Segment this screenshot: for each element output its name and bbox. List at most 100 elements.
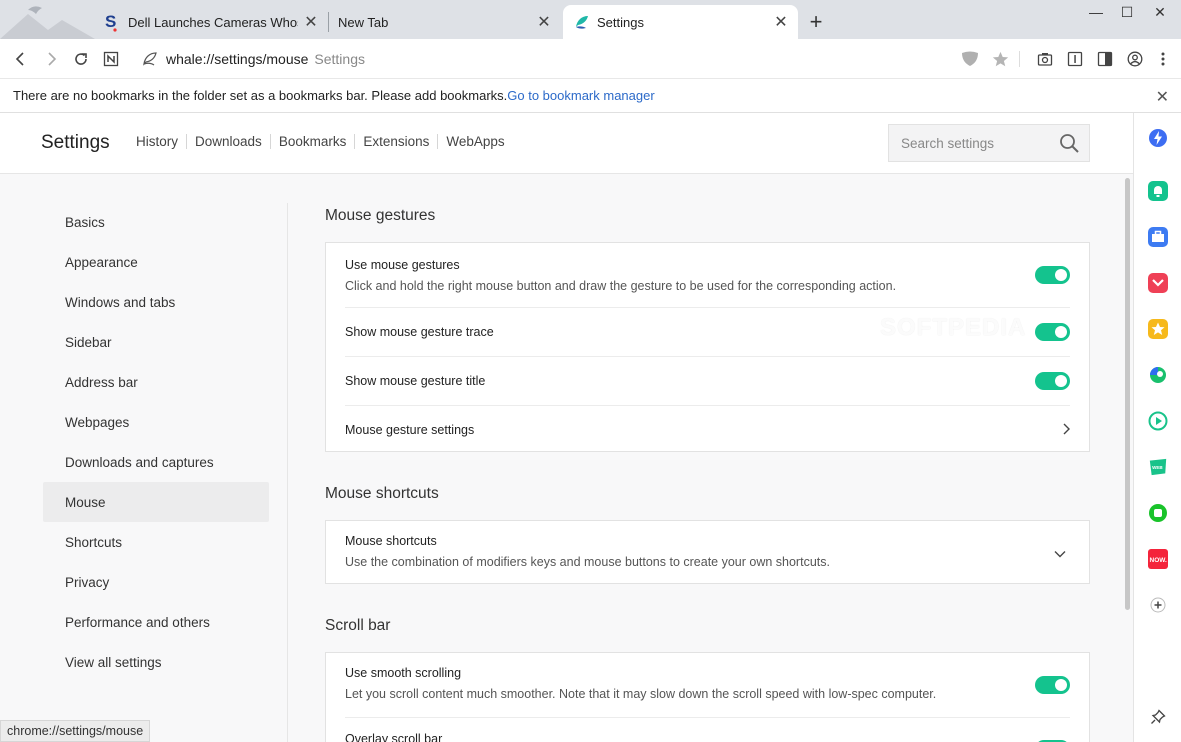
pin-icon[interactable] — [1148, 707, 1168, 727]
chevron-right-icon[interactable] — [1062, 422, 1070, 440]
sidebar-item-privacy[interactable]: Privacy — [43, 562, 269, 602]
setting-row-gesture-title: Show mouse gesture title — [345, 357, 1070, 406]
search-input[interactable] — [901, 135, 1061, 151]
sidebar-item-performance-and-others[interactable]: Performance and others — [43, 602, 269, 642]
papago-translate-icon[interactable] — [1148, 365, 1168, 385]
mouse-gestures-card: Use mouse gestures Click and hold the ri… — [325, 242, 1090, 452]
settings-sidebar: Basics Appearance Windows and tabs Sideb… — [43, 202, 269, 682]
svg-text:S: S — [105, 12, 116, 31]
reload-button[interactable] — [69, 47, 93, 71]
close-icon[interactable]: ✕ — [535, 13, 553, 31]
setting-title: Overlay scroll bar — [345, 732, 443, 742]
settings-header: Settings History Downloads Bookmarks Ext… — [0, 113, 1133, 174]
profile-icon[interactable] — [1123, 47, 1147, 71]
tab-new-tab[interactable]: New Tab ✕ — [329, 5, 561, 39]
briefcase-icon[interactable] — [1148, 227, 1168, 247]
star-favorites-icon[interactable] — [1148, 319, 1168, 339]
minimize-button[interactable]: — — [1079, 0, 1113, 24]
nav-downloads[interactable]: Downloads — [187, 134, 271, 149]
maximize-button[interactable]: ☐ — [1110, 0, 1144, 24]
sidebar-item-appearance[interactable]: Appearance — [43, 242, 269, 282]
chevron-down-icon[interactable] — [1054, 545, 1066, 563]
add-icon[interactable] — [1148, 595, 1168, 615]
gesture-trace-toggle[interactable] — [1035, 323, 1070, 341]
whale-sidebar: WEB NOW. — [1133, 113, 1181, 742]
watermark: SOFTPEDIA — [880, 314, 1027, 341]
close-icon[interactable]: ✕ — [772, 13, 790, 31]
bookmark-bar-message: There are no bookmarks in the folder set… — [13, 88, 508, 103]
tab-title: Dell Launches Cameras Whose — [128, 14, 298, 30]
section-title-scroll-bar: Scroll bar — [325, 617, 391, 634]
whale-icon — [573, 13, 591, 31]
shield-icon[interactable] — [958, 47, 982, 71]
sidebar-item-mouse[interactable]: Mouse — [43, 482, 269, 522]
setting-title: Mouse gesture settings — [345, 423, 475, 437]
pocket-icon[interactable] — [1148, 273, 1168, 293]
reader-mode-icon[interactable] — [1063, 47, 1087, 71]
webtoon-icon[interactable]: WEB — [1148, 457, 1168, 477]
toolbar: whale://settings/mouse Settings — [0, 39, 1181, 78]
camera-icon[interactable] — [1033, 47, 1057, 71]
back-button[interactable] — [9, 47, 33, 71]
setting-description: Use the combination of modifiers keys an… — [345, 555, 830, 569]
sidebar-item-sidebar[interactable]: Sidebar — [43, 322, 269, 362]
scrollbar-thumb[interactable] — [1125, 178, 1130, 610]
setting-title: Use smooth scrolling — [345, 666, 462, 680]
nav-extensions[interactable]: Extensions — [355, 134, 439, 149]
use-mouse-gestures-toggle[interactable] — [1035, 266, 1070, 284]
status-bar: chrome://settings/mouse — [0, 720, 151, 742]
sidebar-item-view-all-settings[interactable]: View all settings — [43, 642, 269, 682]
svg-text:NOW.: NOW. — [1150, 557, 1168, 564]
nav-history[interactable]: History — [136, 134, 188, 149]
close-icon[interactable]: ✕ — [1156, 87, 1169, 107]
forward-button[interactable] — [39, 47, 63, 71]
sidebar-item-webpages[interactable]: Webpages — [43, 402, 269, 442]
notification-bell-icon[interactable] — [1148, 181, 1168, 201]
svg-text:WEB: WEB — [1152, 465, 1163, 470]
address-bar[interactable]: whale://settings/mouse Settings — [142, 48, 365, 70]
nav-webapps[interactable]: WebApps — [438, 134, 512, 149]
naver-home-icon[interactable] — [99, 47, 123, 71]
close-icon[interactable]: ✕ — [302, 13, 320, 31]
setting-row-gesture-settings[interactable]: Mouse gesture settings — [345, 406, 1070, 451]
whale-outline-icon — [142, 51, 158, 67]
setting-title: Show mouse gesture title — [345, 374, 486, 388]
search-icon[interactable] — [1059, 133, 1080, 159]
softpedia-s-icon: S — [102, 12, 122, 32]
star-icon[interactable] — [988, 47, 1012, 71]
smooth-scrolling-toggle[interactable] — [1035, 676, 1070, 694]
scroll-bar-card: Use smooth scrolling Let you scroll cont… — [325, 652, 1090, 742]
sidebar-item-windows-and-tabs[interactable]: Windows and tabs — [43, 282, 269, 322]
more-menu-icon[interactable] — [1151, 47, 1175, 71]
new-tab-button[interactable]: + — [805, 11, 827, 33]
tab-settings[interactable]: Settings ✕ — [563, 5, 798, 39]
bookmark-manager-link[interactable]: Go to bookmark manager — [507, 88, 654, 103]
setting-title: Mouse shortcuts — [345, 534, 437, 548]
sidebar-item-basics[interactable]: Basics — [43, 202, 269, 242]
sidebar-item-address-bar[interactable]: Address bar — [43, 362, 269, 402]
mouse-shortcuts-card: Mouse shortcuts Use the combination of m… — [325, 520, 1090, 584]
section-title-mouse-gestures: Mouse gestures — [325, 207, 436, 224]
setting-row-smooth-scrolling: Use smooth scrolling Let you scroll cont… — [345, 653, 1070, 718]
now-icon[interactable]: NOW. — [1148, 549, 1168, 569]
green-app-icon[interactable] — [1148, 503, 1168, 523]
gesture-title-toggle[interactable] — [1035, 372, 1070, 390]
toolbar-separator — [1019, 51, 1020, 67]
play-icon[interactable] — [1148, 411, 1168, 431]
tab-strip: S Dell Launches Cameras Whose ✕ New Tab … — [0, 0, 1181, 39]
nav-bookmarks[interactable]: Bookmarks — [271, 134, 356, 149]
lightning-icon[interactable] — [1148, 128, 1168, 148]
setting-description: Click and hold the right mouse button an… — [345, 279, 897, 293]
tab-title: New Tab — [338, 14, 389, 30]
sidebar-item-downloads-and-captures[interactable]: Downloads and captures — [43, 442, 269, 482]
url-text: whale://settings/mouse — [166, 51, 309, 67]
setting-row-mouse-shortcuts[interactable]: Mouse shortcuts Use the combination of m… — [345, 521, 1070, 583]
tab-title: Settings — [597, 14, 644, 30]
sidebar-item-shortcuts[interactable]: Shortcuts — [43, 522, 269, 562]
split-view-icon[interactable] — [1093, 47, 1117, 71]
tab-softpedia[interactable]: S Dell Launches Cameras Whose ✕ — [96, 5, 328, 39]
divider — [287, 203, 288, 742]
setting-row-overlay-scroll-bar: Overlay scroll bar — [345, 718, 1070, 742]
search-box — [888, 124, 1090, 162]
window-close-button[interactable]: ✕ — [1143, 0, 1177, 24]
